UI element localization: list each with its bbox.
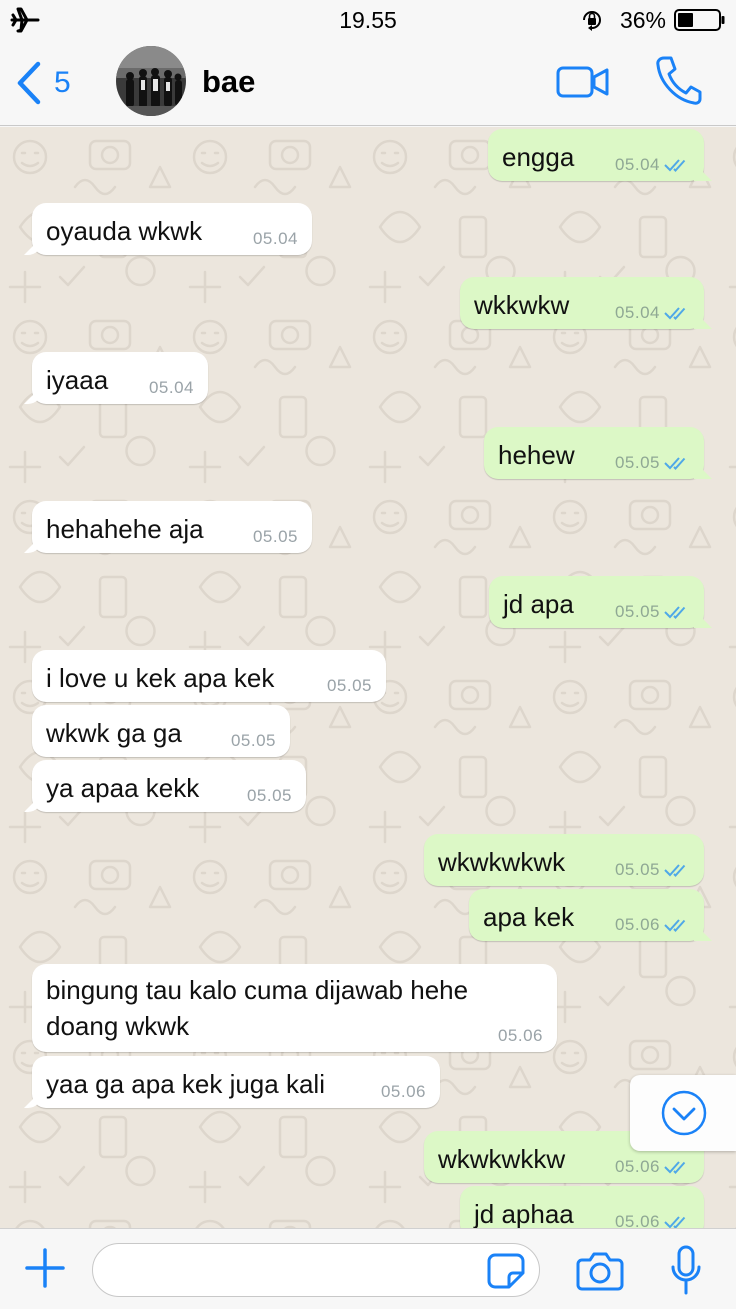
message-text: apa kek — [483, 902, 575, 932]
message-bubble[interactable]: bingung tau kalo cuma dijawab hehe doang… — [32, 964, 557, 1052]
double-check-icon — [664, 864, 686, 877]
message-bubble[interactable]: jd apa 05.05 — [489, 576, 704, 628]
message-text: wkwk ga ga — [46, 718, 182, 748]
unread-count: 5 — [54, 66, 71, 99]
back-button[interactable]: 5 — [14, 58, 71, 108]
message-bubble[interactable]: yaa ga apa kek juga kali 05.06 — [32, 1056, 440, 1108]
phone-call-icon[interactable] — [654, 54, 702, 106]
avatar[interactable] — [116, 46, 186, 116]
message-text: wkwkwkwk — [438, 847, 566, 877]
message-text: wkkwkw — [474, 290, 570, 320]
chat-header: 5 bae — [0, 40, 736, 126]
message-time: 05.05 — [252, 527, 298, 546]
message-bubble[interactable]: hehahehe aja 05.05 — [32, 501, 312, 553]
message-text: wkwkwkkw — [438, 1144, 566, 1174]
double-check-icon — [664, 159, 686, 172]
message-list[interactable]: engga 05.04 oyauda wkwk 05.04 wkkwkw 05.… — [0, 127, 736, 1228]
double-check-icon — [664, 606, 686, 619]
message-time: 05.04 — [614, 155, 660, 174]
message-time: 05.05 — [246, 786, 292, 805]
sticker-icon[interactable] — [487, 1253, 525, 1289]
message-time: 05.06 — [614, 1212, 660, 1228]
message-text: jd aphaa — [474, 1199, 574, 1228]
message-text: hehahehe aja — [46, 514, 204, 544]
scroll-down-icon — [661, 1090, 707, 1136]
avatar-photo — [116, 46, 186, 116]
message-time: 05.05 — [614, 453, 660, 472]
double-check-icon — [664, 1216, 686, 1228]
status-bar: 19.55 36% — [0, 0, 736, 40]
battery-icon — [674, 9, 725, 31]
message-bubble[interactable]: ya apaa kekk 05.05 — [32, 760, 306, 812]
message-bubble[interactable]: iyaaa 05.04 — [32, 352, 208, 404]
camera-icon[interactable] — [576, 1251, 624, 1291]
message-time: 05.05 — [614, 860, 660, 879]
compose-bar — [0, 1228, 736, 1309]
message-time: 05.05 — [326, 676, 372, 695]
message-text: hehew — [498, 440, 575, 470]
message-bubble[interactable]: wkwk ga ga 05.05 — [32, 705, 290, 757]
whatsapp-chat-screen: 19.55 36% 5 bae engga 05.04 oyauda wkwk … — [0, 0, 736, 1309]
message-text: i love u kek apa kek — [46, 663, 275, 693]
message-bubble[interactable]: i love u kek apa kek 05.05 — [32, 650, 386, 702]
message-time: 05.06 — [497, 1026, 543, 1045]
message-bubble[interactable]: wkwkwkwk 05.05 — [424, 834, 704, 886]
message-bubble[interactable]: oyauda wkwk 05.04 — [32, 203, 312, 255]
message-time: 05.04 — [252, 229, 298, 248]
message-time: 05.06 — [380, 1082, 426, 1101]
battery-percentage: 36% — [619, 7, 666, 33]
message-text: jd apa — [503, 589, 574, 619]
message-time: 05.05 — [614, 602, 660, 621]
message-bubble[interactable]: jd aphaa 05.06 — [460, 1186, 704, 1228]
message-bubble[interactable]: engga 05.04 — [488, 129, 704, 181]
plus-icon[interactable] — [24, 1247, 66, 1289]
message-bubble[interactable]: hehew 05.05 — [484, 427, 704, 479]
message-time: 05.04 — [614, 303, 660, 322]
message-text: ya apaa kekk — [46, 773, 200, 803]
message-text: bingung tau kalo cuma dijawab hehe doang… — [46, 975, 469, 1041]
video-call-icon[interactable] — [556, 62, 610, 102]
back-chevron-icon — [17, 61, 41, 105]
message-bubble[interactable]: apa kek 05.06 — [469, 889, 704, 941]
message-text: iyaaa — [46, 365, 109, 395]
message-time: 05.04 — [148, 378, 194, 397]
message-input[interactable] — [92, 1243, 540, 1297]
message-text: yaa ga apa kek juga kali — [46, 1069, 325, 1099]
message-text: oyauda wkwk — [46, 216, 203, 246]
message-time: 05.06 — [614, 1157, 660, 1176]
double-check-icon — [664, 457, 686, 470]
message-bubble[interactable]: wkkwkw 05.04 — [460, 277, 704, 329]
rotation-lock-icon — [583, 11, 601, 31]
microphone-icon[interactable] — [670, 1245, 702, 1297]
double-check-icon — [664, 919, 686, 932]
contact-name[interactable]: bae — [202, 64, 255, 100]
message-time: 05.05 — [230, 731, 276, 750]
message-text: engga — [502, 142, 575, 172]
double-check-icon — [664, 1161, 686, 1174]
message-time: 05.06 — [614, 915, 660, 934]
double-check-icon — [664, 307, 686, 320]
scroll-to-bottom-button[interactable] — [630, 1075, 736, 1151]
